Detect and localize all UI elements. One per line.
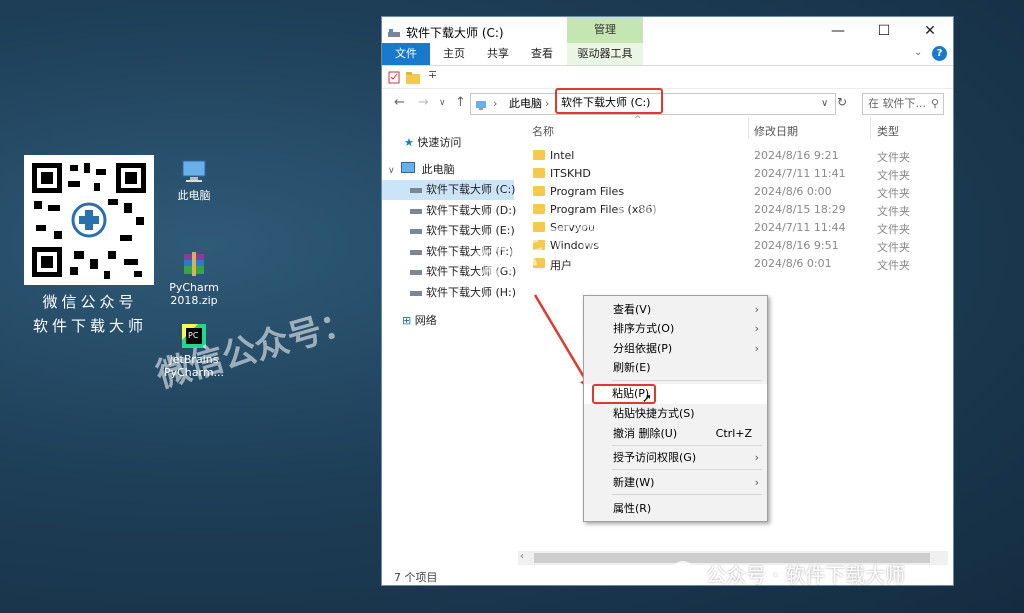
breadcrumb-this-pc[interactable]: 此电脑	[509, 94, 542, 114]
submenu-arrow-icon: ›	[754, 303, 759, 316]
drive-small-icon	[410, 249, 422, 255]
properties-icon[interactable]	[388, 69, 400, 84]
column-header-name[interactable]: 名称	[532, 123, 554, 139]
pycharm-icon: PC	[180, 309, 208, 348]
desktop-icon-label: 此电脑	[177, 189, 211, 202]
folder-icon	[533, 186, 545, 196]
network-icon: ⊞	[402, 314, 412, 327]
search-placeholder: 在 软件下...	[868, 97, 926, 110]
qr-code-icon	[32, 163, 146, 279]
watermark-bottom-text: 公众号 · 软件下载大师	[706, 563, 906, 587]
menu-item-view[interactable]: 查看(V) ›	[584, 300, 767, 320]
folder-icon	[533, 204, 545, 214]
quick-access-toolbar: ∓	[382, 66, 953, 89]
column-header-type[interactable]: 类型	[877, 123, 899, 139]
sort-caret-icon: ^	[634, 115, 642, 125]
qr-caption-line2: 软件下载大师	[32, 317, 147, 335]
search-icon: ⚲	[930, 97, 939, 110]
menu-separator	[612, 494, 762, 495]
submenu-arrow-icon: ›	[754, 476, 759, 489]
menu-item-sort-by[interactable]: 排序方式(O) ›	[584, 319, 767, 339]
computer-icon	[180, 158, 208, 186]
file-row[interactable]: Program Files 2024/8/6 0:00 文件夹	[532, 183, 932, 201]
address-dropdown-icon[interactable]: ∨	[821, 94, 828, 114]
this-pc-small-icon	[475, 98, 487, 110]
desktop-icon-this-pc[interactable]: 此电脑	[159, 158, 229, 202]
tab-view[interactable]: 查看	[520, 43, 564, 65]
ribbon-tabs: 文件 主页 共享 查看 驱动器工具 ⌄ ?	[382, 43, 953, 66]
qat-customize-icon[interactable]: ∓	[428, 68, 437, 81]
qr-code-image	[24, 155, 154, 285]
address-row: ← → ∨ ↑ › 此电脑 › 软件下载大师 (C:) ∨ ↻ 在 软件下...…	[382, 88, 953, 117]
tab-file[interactable]: 文件	[382, 43, 430, 65]
drive-small-icon	[410, 269, 422, 275]
status-item-count: 7 个项目	[394, 571, 438, 584]
wechat-icon	[672, 559, 700, 583]
folder-icon	[533, 150, 545, 160]
file-row[interactable]: ITSKHD 2024/7/11 11:41 文件夹	[532, 165, 932, 183]
context-menu: 查看(V) › 排序方式(O) › 分组依据(P) › 刷新(E) 粘贴(P) ➚ 粘…	[583, 295, 768, 522]
file-row[interactable]: 用户 2024/8/6 0:01 文件夹	[532, 255, 932, 273]
new-folder-icon[interactable]	[406, 69, 420, 84]
star-icon: ★	[404, 136, 414, 149]
drive-icon	[388, 24, 400, 37]
folder-icon	[533, 168, 545, 178]
drive-small-icon	[410, 187, 422, 193]
search-input[interactable]: 在 软件下... ⚲	[862, 93, 944, 115]
address-bar[interactable]: › 此电脑 › 软件下载大师 (C:) ∨	[470, 88, 836, 115]
menu-item-give-access[interactable]: 授予访问权限(G) ›	[584, 448, 767, 468]
title-bar[interactable]: 软件下载大师 (C:) 管理 — ☐ ✕	[382, 17, 953, 45]
menu-item-undo-delete[interactable]: 撤消 删除(U) Ctrl+Z	[584, 424, 767, 444]
computer-small-icon	[401, 162, 416, 173]
navigation-pane: ★ 快速访问 ∨ 此电脑 软件下载大师 (C:) 软件下载大师 (D:) 软件下…	[382, 121, 516, 541]
tab-share[interactable]: 共享	[476, 43, 520, 65]
menu-item-new[interactable]: 新建(W) ›	[584, 473, 767, 493]
file-row[interactable]: Intel 2024/8/16 9:21 文件夹	[532, 147, 932, 165]
refresh-icon[interactable]: ↻	[837, 95, 847, 109]
qr-caption-line1: 微信公众号	[42, 293, 138, 311]
ribbon-collapse-icon[interactable]: ⌄	[914, 47, 922, 58]
manage-tab[interactable]: 管理	[567, 17, 643, 43]
menu-item-group-by[interactable]: 分组依据(P) ›	[584, 339, 767, 359]
submenu-arrow-icon: ›	[754, 451, 759, 464]
back-arrow-icon[interactable]: ←	[394, 95, 405, 110]
submenu-arrow-icon: ›	[754, 322, 759, 335]
drive-small-icon	[410, 290, 422, 296]
menu-separator	[612, 469, 762, 470]
drive-small-icon	[410, 208, 422, 214]
window-title: 软件下载大师 (C:)	[406, 26, 504, 40]
menu-item-paste[interactable]: 粘贴(P) ➚	[584, 384, 767, 405]
scroll-left-icon[interactable]: ‹	[520, 551, 524, 562]
nav-drive-h[interactable]: 软件下载大师 (H:)	[410, 283, 516, 303]
submenu-arrow-icon: ›	[754, 342, 759, 355]
tab-drive-tools[interactable]: 驱动器工具	[567, 43, 643, 65]
nav-network[interactable]: ⊞ 网络	[402, 311, 437, 331]
nav-drive-d[interactable]: 软件下载大师 (D:)	[410, 201, 516, 221]
nav-drive-c[interactable]: 软件下载大师 (C:)	[382, 180, 515, 200]
menu-separator	[612, 380, 762, 381]
menu-item-paste-shortcut[interactable]: 粘贴快捷方式(S)	[584, 404, 767, 424]
maximize-button[interactable]: ☐	[861, 17, 907, 45]
nav-quick-access[interactable]: ★ 快速访问	[404, 133, 461, 153]
column-header-date[interactable]: 修改日期	[754, 123, 798, 139]
forward-arrow-icon[interactable]: →	[418, 95, 429, 110]
breadcrumb-current-drive[interactable]: 软件下载大师 (C:)	[555, 88, 663, 114]
close-button[interactable]: ✕	[907, 17, 953, 45]
menu-item-properties[interactable]: 属性(R)	[584, 499, 767, 519]
drive-small-icon	[410, 228, 422, 234]
menu-item-refresh[interactable]: 刷新(E)	[584, 358, 767, 378]
recent-chevron-icon[interactable]: ∨	[439, 98, 446, 108]
minimize-button[interactable]: —	[815, 17, 861, 45]
help-icon[interactable]: ?	[932, 46, 947, 61]
tab-home[interactable]: 主页	[432, 43, 476, 65]
menu-separator	[612, 445, 762, 446]
winrar-archive-icon	[180, 237, 208, 276]
up-arrow-icon[interactable]: ↑	[455, 95, 466, 110]
watermark-bottom: 公众号 · 软件下载大师	[672, 557, 1022, 591]
nav-this-pc[interactable]: ∨ 此电脑	[388, 160, 455, 180]
expand-chevron-icon: ∨	[388, 166, 395, 176]
